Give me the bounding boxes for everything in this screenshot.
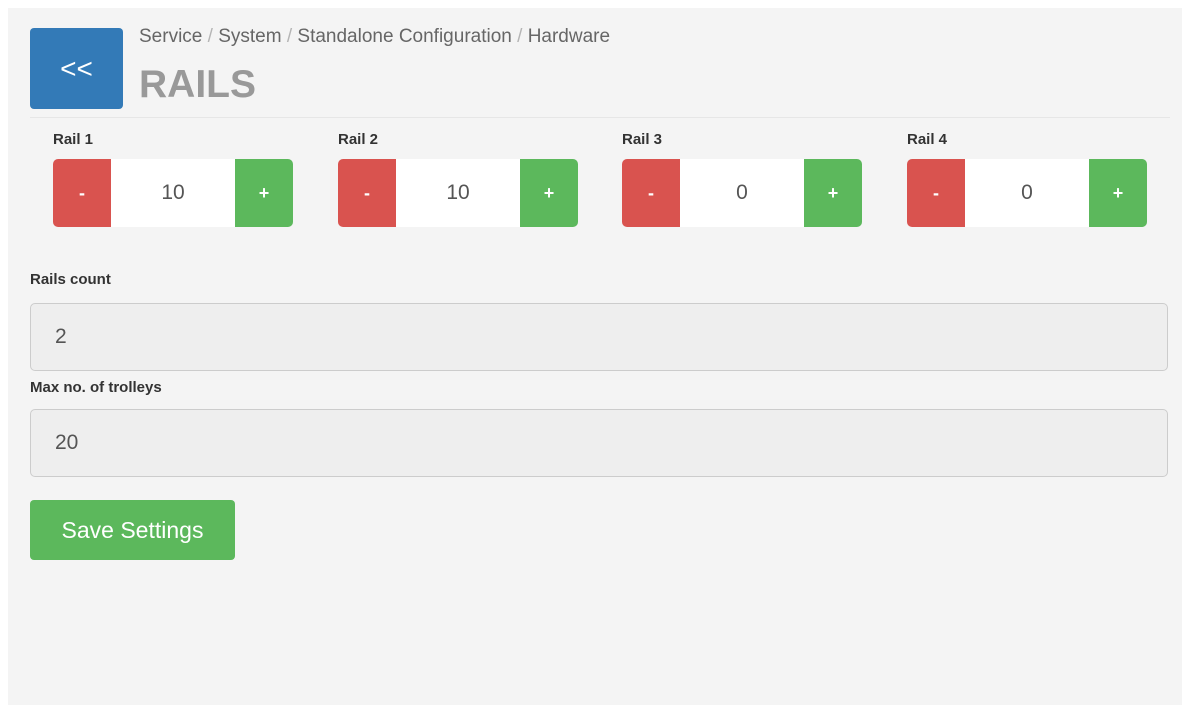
rail-1-value-input[interactable] bbox=[111, 159, 235, 227]
breadcrumb-separator: / bbox=[207, 26, 219, 47]
header-divider bbox=[30, 117, 1170, 118]
rail-3-group: Rail 3 - + bbox=[622, 129, 862, 227]
rail-2-decrement-button[interactable]: - bbox=[338, 159, 396, 227]
rail-1-label: Rail 1 bbox=[53, 131, 94, 148]
rail-3-label: Rail 3 bbox=[622, 131, 663, 148]
rail-4-label: Rail 4 bbox=[907, 131, 948, 148]
breadcrumb-item-hardware: Hardware bbox=[527, 26, 611, 47]
rails-count-label: Rails count bbox=[30, 271, 111, 288]
rail-1-increment-button[interactable]: + bbox=[235, 159, 293, 227]
rail-3-stepper: - + bbox=[622, 159, 862, 227]
rails-config-panel: << Service / System / Standalone Configu… bbox=[8, 8, 1182, 705]
rail-2-label: Rail 2 bbox=[338, 131, 379, 148]
rail-1-stepper: - + bbox=[53, 159, 293, 227]
rail-2-increment-button[interactable]: + bbox=[520, 159, 578, 227]
breadcrumb-item-standalone-configuration[interactable]: Standalone Configuration bbox=[297, 26, 511, 47]
back-button[interactable]: << bbox=[30, 28, 123, 109]
rail-3-value-input[interactable] bbox=[680, 159, 804, 227]
breadcrumb-separator: / bbox=[517, 26, 528, 47]
rail-1-decrement-button[interactable]: - bbox=[53, 159, 111, 227]
rail-2-value-input[interactable] bbox=[396, 159, 520, 227]
rail-4-decrement-button[interactable]: - bbox=[907, 159, 965, 227]
breadcrumb-separator: / bbox=[286, 26, 298, 47]
rail-4-group: Rail 4 - + bbox=[907, 129, 1147, 227]
breadcrumb: Service / System / Standalone Configurat… bbox=[139, 26, 610, 48]
rail-4-increment-button[interactable]: + bbox=[1089, 159, 1147, 227]
save-settings-button[interactable]: Save Settings bbox=[30, 500, 235, 560]
rail-1-group: Rail 1 - + bbox=[53, 129, 293, 227]
rail-4-stepper: - + bbox=[907, 159, 1147, 227]
rails-count-field[interactable] bbox=[30, 303, 1168, 371]
max-trolleys-field[interactable] bbox=[30, 409, 1168, 477]
rail-3-decrement-button[interactable]: - bbox=[622, 159, 680, 227]
page-title: RAILS bbox=[139, 63, 256, 106]
breadcrumb-item-service[interactable]: Service bbox=[139, 26, 202, 47]
rail-4-value-input[interactable] bbox=[965, 159, 1089, 227]
max-trolleys-label: Max no. of trolleys bbox=[30, 379, 162, 396]
rail-2-stepper: - + bbox=[338, 159, 578, 227]
rail-2-group: Rail 2 - + bbox=[338, 129, 578, 227]
breadcrumb-item-system[interactable]: System bbox=[218, 26, 281, 47]
rail-3-increment-button[interactable]: + bbox=[804, 159, 862, 227]
